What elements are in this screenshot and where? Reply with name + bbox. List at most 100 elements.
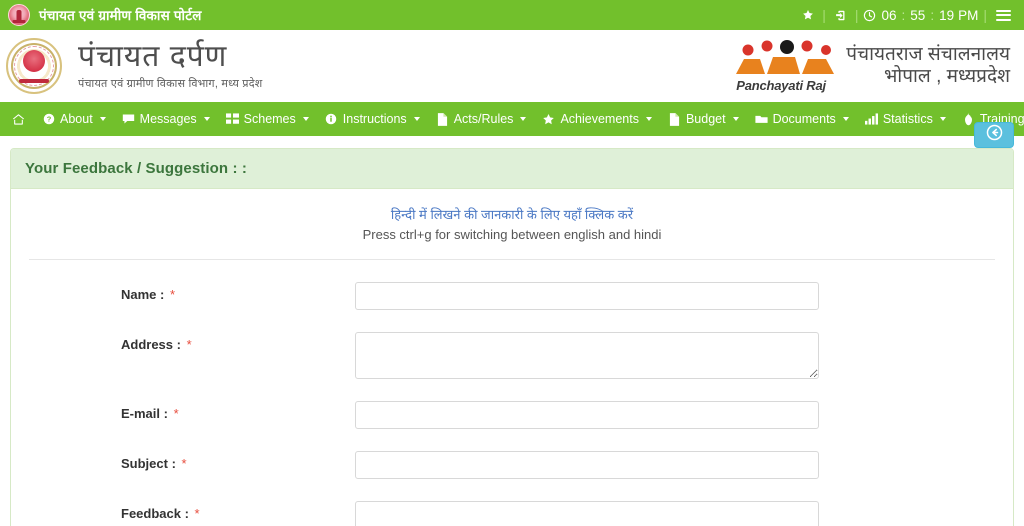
nav-label: Schemes	[243, 112, 296, 126]
question-circle-icon: ?	[42, 113, 55, 126]
required-asterisk: *	[194, 506, 200, 521]
chevron-down-icon	[732, 117, 739, 121]
chevron-down-icon	[413, 117, 420, 121]
clock-icon	[861, 9, 877, 22]
address-textarea[interactable]	[355, 332, 819, 379]
nav-label: Acts/Rules	[453, 112, 514, 126]
email-input[interactable]	[355, 401, 819, 429]
directorate-text: पंचायतराज संचालनालय भोपाल , मध्यप्रदेश	[846, 44, 1010, 89]
required-asterisk: *	[186, 337, 192, 352]
nav-item-achievements[interactable]: Achievements	[534, 102, 660, 136]
sign-in-icon[interactable]	[829, 9, 852, 22]
nav-label: Achievements	[560, 112, 639, 126]
section-divider	[29, 259, 995, 260]
label-subject: Subject : *	[25, 451, 355, 471]
label-address-text: Address :	[121, 337, 185, 352]
panel-heading: Your Feedback / Suggestion : :	[11, 149, 1013, 189]
chevron-down-icon	[99, 117, 106, 121]
clock-seconds: 19	[939, 7, 955, 23]
label-name: Name : *	[25, 282, 355, 302]
field-feedback	[355, 501, 999, 526]
brand-subtitle: पंचायत एवं ग्रामीण विकास विभाग, मध्य प्र…	[78, 77, 263, 90]
divider-3: |	[983, 7, 987, 23]
brand-left: पंचायत दर्पण पंचायत एवं ग्रामीण विकास वि…	[6, 38, 262, 94]
form-row-name: Name : *	[25, 282, 999, 310]
nav-label: Statistics	[882, 112, 933, 126]
directorate-line2: भोपाल , मध्यप्रदेश	[883, 66, 1010, 87]
nav-home[interactable]	[6, 102, 34, 136]
required-asterisk: *	[169, 287, 176, 302]
nav-label: Budget	[685, 112, 726, 126]
fire-icon	[962, 112, 975, 126]
th-large-icon	[225, 113, 239, 126]
comment-icon	[122, 113, 135, 126]
star-icon	[542, 113, 555, 126]
chevron-down-icon	[302, 117, 309, 121]
form-row-email: E-mail : *	[25, 401, 999, 429]
divider-2: |	[854, 7, 859, 23]
field-address	[355, 332, 999, 379]
brand-text: पंचायत दर्पण पंचायत एवं ग्रामीण विकास वि…	[78, 41, 262, 91]
hindi-help-link[interactable]: हिन्दी में लिखने की जानकारी के लिए यहाँ …	[25, 205, 999, 223]
clock-meridiem: PM	[958, 7, 979, 23]
star-icon[interactable]	[797, 9, 819, 21]
top-utility-bar: पंचायत एवं ग्रामीण विकास पोर्टल | | 06 :	[0, 0, 1024, 30]
clock-sep-1: :	[901, 7, 906, 23]
nav-label: Messages	[139, 112, 197, 126]
form-row-address: Address : *	[25, 332, 999, 379]
nav-item-schemes[interactable]: Schemes	[218, 102, 317, 136]
nav-item-statistics[interactable]: Statistics	[857, 102, 954, 136]
form-row-subject: Subject : *	[25, 451, 999, 479]
hamburger-menu-icon[interactable]	[990, 9, 1014, 21]
label-feedback: Feedback : *	[25, 501, 355, 521]
svg-text:?: ?	[46, 115, 51, 124]
back-button[interactable]	[974, 122, 1014, 148]
required-asterisk: *	[181, 456, 187, 471]
nav-item-budget[interactable]: Budget	[660, 102, 747, 136]
page-title: Your Feedback / Suggestion : :	[25, 160, 247, 177]
field-subject	[355, 451, 999, 479]
nav-label: Instructions	[342, 112, 407, 126]
chevron-down-icon	[645, 117, 652, 121]
field-email	[355, 401, 999, 429]
name-input[interactable]	[355, 282, 819, 310]
file-icon	[436, 112, 449, 126]
brand-title: पंचायत दर्पण	[78, 40, 228, 74]
clock-hours: 06	[881, 7, 897, 23]
nav-item-acts-rules[interactable]: Acts/Rules	[428, 102, 535, 136]
nav-item-about[interactable]: ? About	[34, 102, 114, 136]
madhya-pradesh-emblem-icon	[6, 38, 62, 94]
feedback-panel: Your Feedback / Suggestion : : हिन्दी मे…	[10, 148, 1014, 526]
topbar-right-group: | | 06 : 55 : 19 PM |	[797, 7, 1014, 23]
label-email: E-mail : *	[25, 401, 355, 421]
hindi-toggle-note: Press ctrl+g for switching between engli…	[362, 227, 662, 242]
server-clock: 06 : 55 : 19 PM	[861, 8, 980, 23]
chevron-down-icon	[520, 117, 527, 121]
nav-item-messages[interactable]: Messages	[114, 102, 218, 136]
state-emblem-icon	[8, 4, 30, 26]
nav-item-documents[interactable]: Documents	[747, 102, 857, 136]
chevron-down-icon	[203, 117, 210, 121]
divider-1: |	[822, 7, 826, 23]
panchayati-raj-caption: Panchayati Raj	[736, 78, 826, 93]
nav-label: About	[60, 112, 93, 126]
chevron-down-icon	[842, 117, 849, 121]
clock-minutes: 55	[910, 7, 926, 23]
label-email-text: E-mail :	[121, 406, 172, 421]
field-name	[355, 282, 999, 310]
subject-input[interactable]	[355, 451, 819, 479]
page-content: Your Feedback / Suggestion : : हिन्दी मे…	[0, 122, 1024, 526]
arrow-circle-left-icon	[986, 124, 1003, 146]
file-icon	[668, 112, 681, 126]
portal-title: पंचायत एवं ग्रामीण विकास पोर्टल	[39, 8, 202, 23]
home-icon	[12, 113, 25, 126]
form-row-feedback: Feedback : *	[25, 501, 999, 526]
feedback-input[interactable]	[355, 501, 819, 526]
folder-icon	[754, 113, 768, 126]
bar-chart-icon	[864, 113, 878, 126]
panchayati-raj-logo-icon: Panchayati Raj	[734, 40, 842, 93]
label-subject-text: Subject :	[121, 456, 180, 471]
info-circle-icon	[325, 113, 338, 126]
required-asterisk: *	[173, 406, 179, 421]
nav-item-instructions[interactable]: Instructions	[317, 102, 428, 136]
